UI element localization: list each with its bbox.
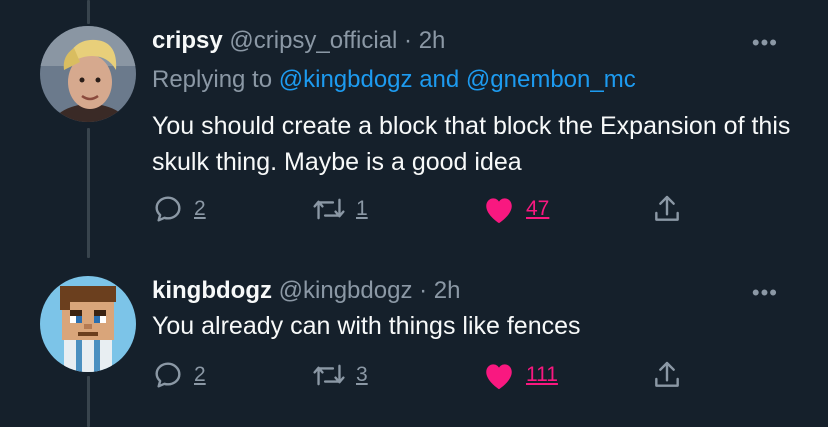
share-button[interactable] — [652, 359, 682, 391]
tweet-text: You should create a block that block the… — [152, 112, 791, 176]
display-name[interactable]: kingbdogz — [152, 277, 272, 304]
like-button[interactable]: 111 — [482, 359, 558, 391]
share-icon — [655, 361, 679, 387]
tweet-actions: 2 1 47 — [152, 193, 692, 233]
retweet-button[interactable]: 1 — [312, 193, 368, 225]
like-count: 47 — [526, 197, 550, 220]
display-name[interactable]: cripsy — [152, 27, 223, 54]
reply-icon — [155, 362, 181, 388]
replying-to: Replying to @kingbdogz and @gnembon_mc — [152, 66, 636, 94]
mention-link[interactable]: @gnembon_mc — [466, 66, 636, 93]
handle[interactable]: @kingbdogz — [279, 277, 413, 304]
tweet-kingbdogz[interactable]: kingbdogz @kingbdogz · 2h ••• You alread… — [0, 250, 828, 427]
mention-and[interactable]: and — [419, 66, 459, 93]
tweet-text: You already can with things like fences — [152, 312, 581, 340]
retweet-button[interactable]: 3 — [312, 359, 368, 391]
retweet-count: 1 — [356, 197, 368, 220]
timestamp[interactable]: · 2h — [404, 27, 445, 54]
handle[interactable]: @cripsy_official — [229, 27, 397, 54]
tweet-header: cripsy @cripsy_official · 2h — [152, 27, 445, 55]
heart-icon — [486, 364, 512, 390]
reply-button[interactable]: 2 — [152, 193, 206, 225]
tweet-header: kingbdogz @kingbdogz · 2h — [152, 277, 460, 305]
like-button[interactable]: 47 — [482, 193, 549, 225]
reply-count: 2 — [194, 363, 206, 386]
avatar-kingbdogz[interactable] — [40, 276, 136, 372]
retweet-icon — [313, 198, 345, 220]
replying-prefix: Replying to — [152, 66, 273, 93]
share-button[interactable] — [652, 193, 682, 225]
reply-count: 2 — [194, 197, 206, 220]
reply-button[interactable]: 2 — [152, 359, 206, 391]
share-icon — [655, 195, 679, 221]
reply-icon — [155, 196, 181, 222]
retweet-count: 3 — [356, 363, 368, 386]
avatar-cripsy[interactable] — [40, 26, 136, 122]
more-icon[interactable]: ••• — [752, 280, 778, 306]
mention-link[interactable]: @kingbdogz — [279, 66, 413, 93]
more-icon[interactable]: ••• — [752, 30, 778, 56]
timestamp[interactable]: · 2h — [419, 277, 460, 304]
like-count: 111 — [526, 363, 558, 386]
heart-icon — [486, 198, 512, 224]
tweet-cripsy[interactable]: cripsy @cripsy_official · 2h ••• Replyin… — [0, 0, 828, 250]
retweet-icon — [313, 364, 345, 386]
tweet-actions: 2 3 111 — [152, 359, 692, 399]
